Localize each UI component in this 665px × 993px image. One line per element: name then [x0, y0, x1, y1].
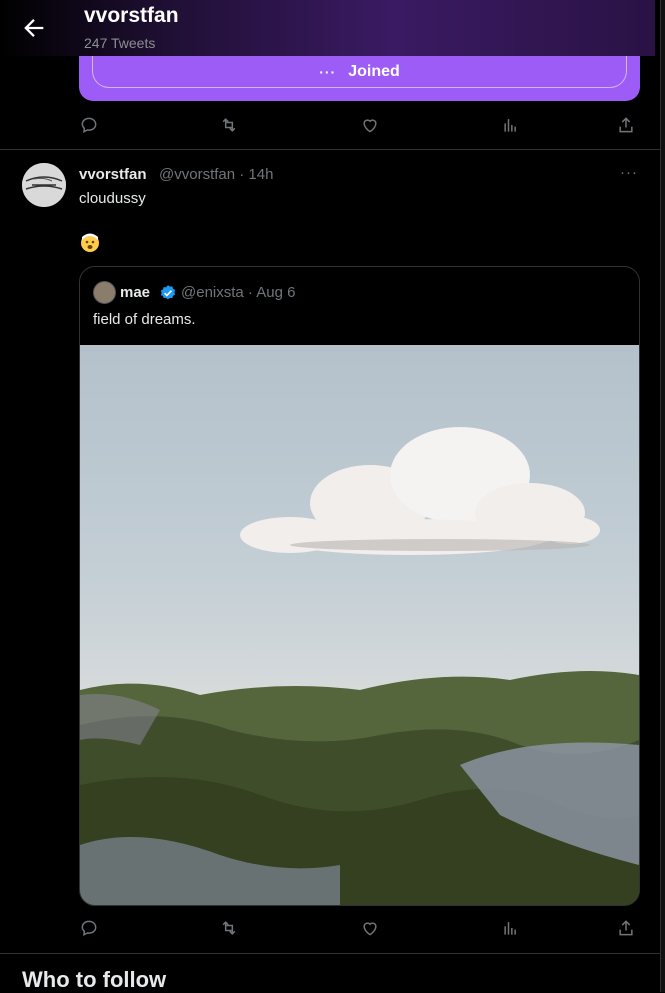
- quoted-tweet[interactable]: mae @enixsta · Aug 6 field of dreams.: [79, 266, 640, 906]
- joined-label: Joined: [348, 62, 400, 80]
- divider: [0, 953, 660, 954]
- who-to-follow-heading: Who to follow: [22, 967, 167, 992]
- astonished-face-emoji-icon: [79, 231, 101, 253]
- back-arrow-icon[interactable]: [20, 14, 48, 42]
- reply-icon[interactable]: [79, 115, 101, 137]
- avatar[interactable]: [22, 163, 66, 207]
- like-icon[interactable]: [360, 918, 382, 940]
- like-icon[interactable]: [360, 115, 382, 137]
- joined-button[interactable]: ··· Joined: [92, 56, 627, 88]
- field-and-cloud-photo[interactable]: [80, 345, 639, 905]
- quoted-tweet-text: field of dreams.: [93, 311, 196, 328]
- quoted-author-name: mae: [120, 284, 151, 301]
- scrollbar[interactable]: [661, 0, 665, 992]
- dots-icon: ···: [319, 63, 337, 80]
- header-title: vvorstfan: [84, 4, 179, 27]
- community-card: ··· Joined: [79, 56, 640, 101]
- quoted-avatar[interactable]: [93, 281, 116, 304]
- reply-icon[interactable]: [79, 918, 101, 940]
- quoted-handle-time: @enixsta · Aug 6: [181, 284, 296, 301]
- tweet-actions: [79, 918, 640, 940]
- tweet-actions: [79, 115, 640, 137]
- views-icon[interactable]: [501, 115, 523, 137]
- verified-badge-icon: [159, 284, 177, 302]
- divider: [0, 149, 660, 150]
- timeline-column: vvorstfan 247 Tweets ··· Joined vvorstfa…: [0, 0, 661, 992]
- share-icon[interactable]: [616, 115, 638, 137]
- header-tweet-count: 247 Tweets: [84, 35, 156, 51]
- retweet-icon[interactable]: [219, 918, 241, 940]
- tweet-author-name[interactable]: vvorstfan: [79, 166, 147, 183]
- views-icon[interactable]: [501, 918, 523, 940]
- profile-header: vvorstfan 247 Tweets: [0, 0, 655, 56]
- more-options-icon[interactable]: ···: [620, 164, 638, 181]
- tweet-handle-time[interactable]: @vvorstfan · 14h: [159, 166, 273, 183]
- share-icon[interactable]: [616, 918, 638, 940]
- tweet-text: cloudussy: [79, 190, 146, 207]
- retweet-icon[interactable]: [219, 115, 241, 137]
